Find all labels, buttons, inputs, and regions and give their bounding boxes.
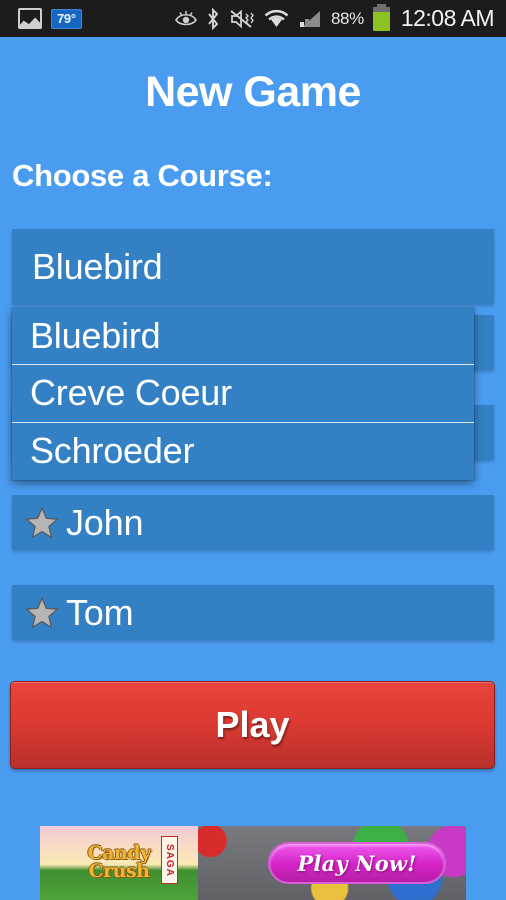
course-spinner-selected-value: Bluebird bbox=[32, 245, 163, 287]
battery-percent-label: 88% bbox=[330, 8, 364, 28]
mute-vibrate-icon bbox=[229, 8, 255, 30]
ad-play-now-label: Play Now! bbox=[297, 850, 417, 876]
status-bar: 79° 88% 12:08 AM bbox=[0, 0, 506, 37]
dropdown-option-bluebird[interactable]: Bluebird bbox=[12, 308, 474, 366]
player-row-tom[interactable]: Tom bbox=[12, 585, 494, 640]
gallery-icon bbox=[18, 8, 42, 29]
weather-temperature-badge: 79° bbox=[51, 8, 82, 29]
choose-course-label: Choose a Course: bbox=[12, 158, 273, 193]
dropdown-option-creve-coeur[interactable]: Creve Coeur bbox=[12, 365, 474, 423]
star-icon bbox=[25, 505, 59, 539]
ad-play-now-button[interactable]: Play Now! bbox=[268, 842, 446, 884]
ad-banner-candy-crush[interactable]: Candy Crush SAGA Play Now! bbox=[40, 826, 466, 900]
ad-saga-badge: SAGA bbox=[161, 836, 178, 884]
ad-brand-line-2: Crush bbox=[88, 860, 150, 882]
ad-logo: Candy Crush SAGA bbox=[40, 826, 198, 900]
player-name-label: John bbox=[66, 501, 144, 543]
ad-brand-name: Candy Crush bbox=[87, 844, 151, 882]
bluetooth-icon bbox=[206, 7, 220, 30]
course-spinner[interactable]: Bluebird bbox=[12, 229, 494, 304]
clock-label: 12:08 AM bbox=[400, 5, 495, 31]
smart-stay-eye-icon bbox=[175, 10, 197, 28]
battery-icon bbox=[372, 3, 390, 31]
status-bar-right: 88% 12:08 AM bbox=[175, 3, 506, 32]
play-button[interactable]: Play bbox=[10, 681, 495, 769]
star-icon bbox=[25, 595, 59, 629]
page-title: New Game bbox=[145, 68, 361, 116]
cellular-signal-icon bbox=[298, 9, 322, 29]
status-bar-left: 79° bbox=[0, 8, 82, 29]
wifi-icon bbox=[264, 9, 289, 29]
player-name-label: Tom bbox=[66, 591, 134, 633]
new-game-screen: 79° 88% 12:08 AM New Game Choose a Cours… bbox=[0, 0, 506, 900]
course-dropdown-popup[interactable]: Bluebird Creve Coeur Schroeder bbox=[12, 308, 474, 480]
dropdown-option-schroeder[interactable]: Schroeder bbox=[12, 423, 474, 480]
player-row-john[interactable]: John bbox=[12, 495, 494, 550]
